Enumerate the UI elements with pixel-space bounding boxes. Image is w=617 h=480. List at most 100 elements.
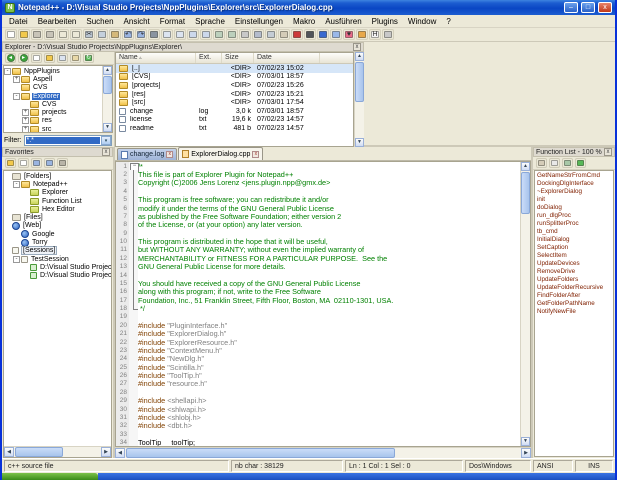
function-list-close-icon[interactable]: x [604,148,612,156]
explorer-tree[interactable]: - NppPlugins + Aspell [4,66,102,132]
explorer-toolbar-button[interactable] [57,53,68,63]
scroll-right-icon[interactable]: ▶ [521,448,531,458]
toolbar-icon[interactable] [5,29,17,40]
favorites-tree-item[interactable]: Explorer [4,189,111,197]
file-row[interactable]: [CVS] <DIR> 07/03/01 18:57 [116,73,353,82]
function-list-item[interactable]: InitialDialog [535,235,613,243]
fold-marker[interactable] [129,338,138,346]
toolbar-icon[interactable] [174,29,186,40]
menu-item[interactable]: Einstellungen [230,16,288,27]
toolbar-icon[interactable] [18,29,30,40]
file-row[interactable]: [projects] <DIR> 07/02/23 15:26 [116,81,353,90]
function-list-item[interactable]: SelectItem [535,251,613,259]
toolbar-icon[interactable] [70,29,82,40]
filter-value[interactable]: *.* [26,137,101,144]
expander-icon[interactable] [13,84,20,91]
function-list-item[interactable]: ~ExplorerDialog [535,187,613,195]
column-header[interactable]: Date [254,53,320,63]
toolbar-icon[interactable] [44,29,56,40]
explorer-toolbar-button[interactable] [70,53,81,63]
fold-marker[interactable] [129,405,138,413]
menu-item[interactable]: Ausführen [320,16,366,27]
toolbar-icon[interactable] [96,29,108,40]
expander-icon[interactable] [22,101,29,108]
toolbar-icon[interactable] [252,29,264,40]
fold-marker[interactable] [129,397,138,405]
menu-item[interactable]: Ansicht [119,16,155,27]
scroll-up-icon[interactable]: ▲ [355,52,364,61]
toolbar-icon[interactable]: H [369,29,381,40]
expander-icon[interactable] [22,272,29,279]
tab-close-icon[interactable]: x [252,151,259,158]
file-row[interactable]: [..] <DIR> 07/02/23 15:02 [116,64,353,73]
fold-marker[interactable] [129,179,138,187]
menu-item[interactable]: Format [155,16,190,27]
fold-marker[interactable] [129,254,138,262]
favorites-tree-item[interactable]: Function List [4,197,111,205]
fold-marker[interactable] [129,170,138,178]
menu-item[interactable]: Datei [4,16,33,27]
explorer-toolbar-button[interactable] [44,53,55,63]
explorer-toolbar-button[interactable]: ↻ [83,53,94,63]
favorites-tree[interactable]: [Folders] - Notepad++ [4,171,111,446]
function-list-toolbar-button[interactable] [575,158,586,168]
file-row[interactable]: [src] <DIR> 07/03/01 17:54 [116,98,353,107]
expander-icon[interactable] [13,231,20,238]
file-list[interactable]: [..] <DIR> 07/02/23 15:02 [CVS] <DIR> 07… [116,64,353,146]
function-list-item[interactable]: tb_cmd [535,227,613,235]
favorites-tree-item[interactable]: [Web] [4,222,111,230]
function-list-toolbar-button[interactable] [536,158,547,168]
function-list-item[interactable]: RemoveDrive [535,267,613,275]
toolbar-icon[interactable]: ♥ [343,29,355,40]
expander-icon[interactable]: + [22,109,29,116]
toolbar-icon[interactable] [213,29,225,40]
fold-marker[interactable] [129,388,138,396]
expander-icon[interactable]: + [13,76,20,83]
favorites-toolbar-button[interactable] [57,158,68,168]
favorites-toolbar-button[interactable] [31,158,42,168]
favorites-tree-item[interactable]: Google [4,230,111,238]
scroll-up-icon[interactable]: ▲ [521,162,530,171]
fold-marker[interactable] [129,221,138,229]
filter-combobox[interactable]: *.* ▾ [24,135,113,146]
toolbar-icon[interactable] [109,29,121,40]
fold-marker[interactable] [129,321,138,329]
fold-marker[interactable] [129,346,138,354]
fold-marker[interactable] [129,355,138,363]
explorer-close-icon[interactable]: x [353,43,361,51]
function-list-item[interactable]: UpdateFolders [535,275,613,283]
favorites-toolbar-button[interactable] [18,158,29,168]
explorer-tree-item[interactable]: + src [4,125,102,132]
explorer-toolbar-button[interactable]: ▸ [18,53,29,63]
scroll-right-icon[interactable]: ▶ [101,447,111,457]
toolbar-icon[interactable] [317,29,329,40]
function-list-item[interactable]: GetNameStrFromCmd [535,171,613,179]
menu-item[interactable]: Sprache [190,16,230,27]
toolbar-icon[interactable] [226,29,238,40]
expander-icon[interactable]: + [22,117,29,124]
expander-icon[interactable]: - [13,181,20,188]
favorites-hscrollbar[interactable]: ◀ ▶ [4,446,111,457]
fold-marker[interactable] [129,246,138,254]
favorites-tree-item[interactable]: Hex Editor [4,205,111,213]
toolbar-icon[interactable]: ↷ [135,29,147,40]
expander-icon[interactable] [13,239,20,246]
expander-icon[interactable] [4,247,11,254]
close-button[interactable]: x [598,2,612,13]
function-list-toolbar-button[interactable] [549,158,560,168]
favorites-close-icon[interactable]: x [102,148,110,156]
editor-vscrollbar[interactable]: ▲ ▼ [520,162,530,446]
function-list-item[interactable]: FindFolderAfter [535,291,613,299]
expander-icon[interactable] [4,173,11,180]
function-list-item[interactable]: SetCaption [535,243,613,251]
expander-icon[interactable] [4,214,11,221]
fold-marker[interactable] [129,162,138,170]
column-header[interactable]: Name [116,53,196,63]
explorer-tree-item[interactable]: + Aspell [4,75,102,83]
toolbar-icon[interactable] [382,29,394,40]
toolbar-icon[interactable] [187,29,199,40]
expander-icon[interactable] [4,222,11,229]
explorer-tree-item[interactable]: - Explorer [4,92,102,100]
toolbar-icon[interactable] [200,29,212,40]
document-tab[interactable]: change.log x [117,148,177,160]
